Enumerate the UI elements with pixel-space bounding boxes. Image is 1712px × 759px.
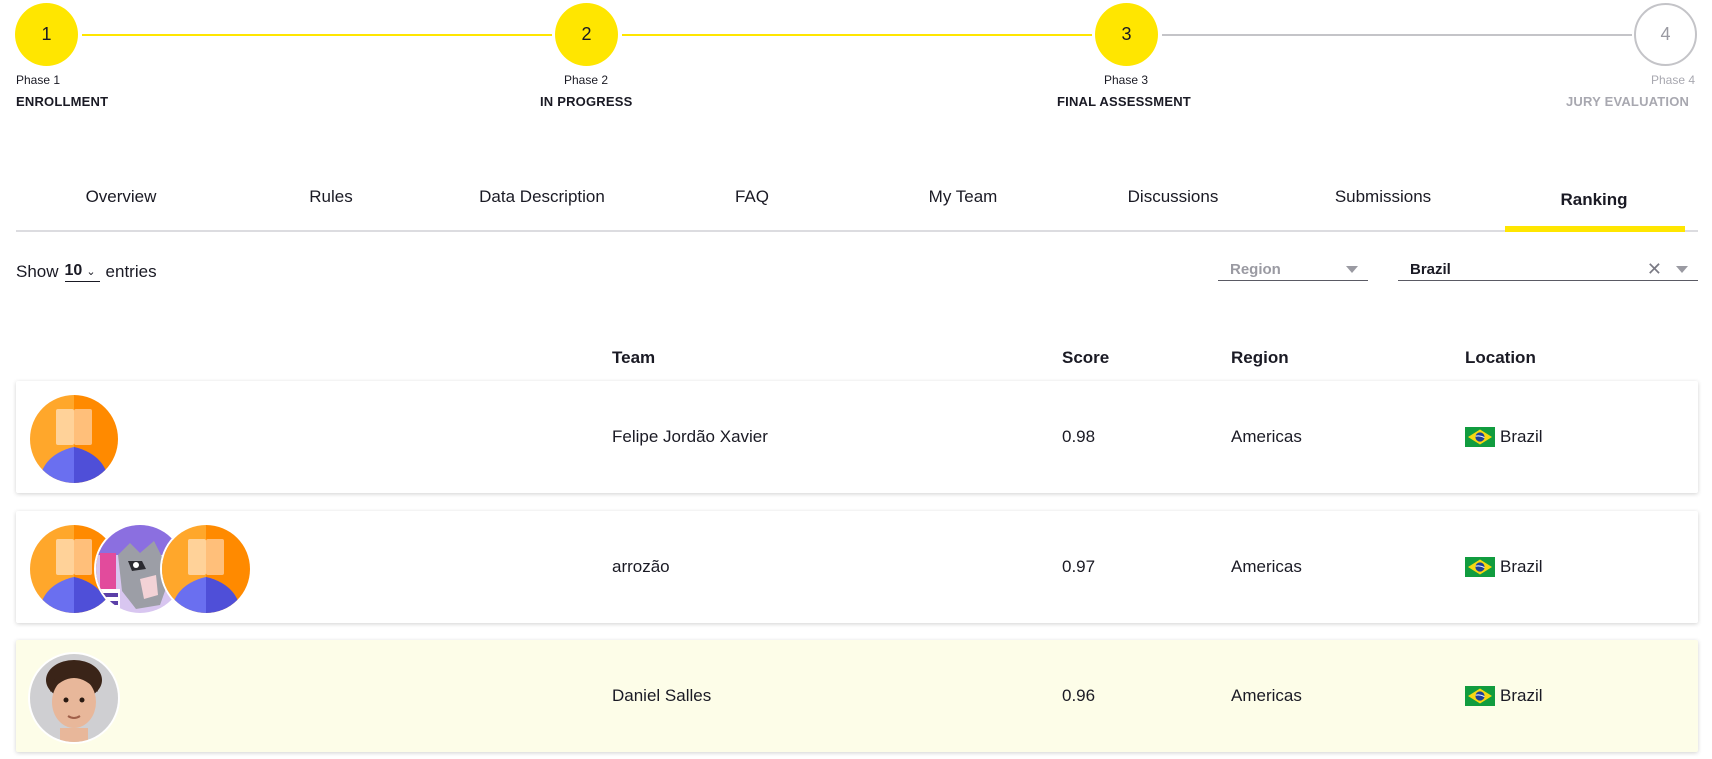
- tab-my-team[interactable]: My Team: [858, 170, 1068, 228]
- location-name: Brazil: [1500, 427, 1543, 446]
- team-location: Brazil: [1465, 381, 1543, 493]
- stepper-connector-1-2: [82, 34, 552, 36]
- team-avatars: [28, 523, 252, 615]
- brazil-flag-icon: [1465, 427, 1495, 447]
- avatar: [160, 523, 252, 615]
- entries-label: entries: [105, 262, 157, 281]
- team-avatars: [28, 652, 120, 744]
- country-filter-select[interactable]: Brazil ✕: [1398, 258, 1698, 281]
- tab-rules[interactable]: Rules: [226, 170, 436, 228]
- dropdown-arrow-icon: [1676, 265, 1688, 273]
- tab-overview[interactable]: Overview: [16, 170, 226, 228]
- tab-discussions[interactable]: Discussions: [1068, 170, 1278, 228]
- team-region: Americas: [1231, 427, 1302, 446]
- team-location: Brazil: [1465, 511, 1543, 623]
- step-circle-3: 3: [1095, 3, 1158, 66]
- team-score: 0.97: [1062, 557, 1096, 576]
- phase-stepper: 1 Phase 1 ENROLLMENT 2 Phase 2 IN PROGRE…: [0, 0, 1712, 120]
- column-header-region[interactable]: Region: [1231, 348, 1289, 368]
- region-filter-placeholder: Region: [1230, 260, 1281, 278]
- brazil-flag-icon: [1465, 686, 1495, 706]
- team-name[interactable]: arrozão: [612, 511, 670, 623]
- region-filter-select[interactable]: Region: [1218, 258, 1368, 281]
- team-name[interactable]: Felipe Jordão Xavier: [612, 381, 768, 493]
- default-avatar-icon: [30, 395, 118, 483]
- step-phase-3: Phase 3: [1104, 73, 1149, 87]
- step-name-2: IN PROGRESS: [540, 94, 633, 109]
- brazil-flag-icon: [1465, 557, 1495, 577]
- avatar: [28, 393, 120, 485]
- default-avatar-icon: [162, 525, 250, 613]
- team-score: 0.96: [1062, 686, 1096, 705]
- table-row[interactable]: Daniel Salles 0.96 Americas Brazil: [16, 640, 1698, 752]
- team-avatars: [28, 393, 120, 485]
- entries-select[interactable]: 10 ⌄: [64, 262, 100, 282]
- stepper-connector-2-3: [622, 34, 1092, 36]
- tab-data-description[interactable]: Data Description: [437, 170, 647, 228]
- person-photo-avatar-icon: [30, 654, 118, 742]
- country-filter-value: Brazil: [1410, 260, 1451, 278]
- step-circle-1: 1: [15, 3, 78, 66]
- dropdown-arrow-icon: [1346, 265, 1358, 273]
- tab-faq[interactable]: FAQ: [647, 170, 857, 228]
- clear-icon[interactable]: ✕: [1647, 259, 1662, 280]
- step-name-1: ENROLLMENT: [16, 94, 109, 109]
- team-region: Americas: [1231, 557, 1302, 576]
- active-tab-indicator: [1505, 226, 1685, 232]
- step-phase-1: Phase 1: [16, 73, 61, 87]
- avatar: [28, 652, 120, 744]
- entries-control: Show 10 ⌄ entries: [16, 262, 157, 282]
- column-header-score[interactable]: Score: [1062, 348, 1109, 368]
- team-score: 0.98: [1062, 427, 1096, 446]
- step-phase-4: Phase 4: [1651, 73, 1696, 87]
- table-row[interactable]: arrozão 0.97 Americas Brazil: [16, 511, 1698, 623]
- step-circle-2: 2: [555, 3, 618, 66]
- team-name[interactable]: Daniel Salles: [612, 640, 711, 752]
- chevron-down-icon: ⌄: [86, 265, 96, 278]
- column-header-team[interactable]: Team: [612, 348, 655, 368]
- entries-value: 10: [64, 262, 83, 279]
- step-phase-2: Phase 2: [564, 73, 609, 87]
- step-name-4: JURY EVALUATION: [1566, 94, 1690, 109]
- team-region: Americas: [1231, 686, 1302, 705]
- tab-submissions[interactable]: Submissions: [1278, 170, 1488, 228]
- location-name: Brazil: [1500, 557, 1543, 576]
- step-circle-4: 4: [1634, 3, 1697, 66]
- step-name-3: FINAL ASSESSMENT: [1057, 94, 1191, 109]
- tab-ranking[interactable]: Ranking: [1489, 170, 1699, 228]
- table-row[interactable]: Felipe Jordão Xavier 0.98 Americas Brazi…: [16, 381, 1698, 493]
- column-header-location[interactable]: Location: [1465, 348, 1536, 368]
- tab-bar: Overview Rules Data Description FAQ My T…: [16, 170, 1698, 232]
- show-label: Show: [16, 262, 59, 281]
- location-name: Brazil: [1500, 686, 1543, 705]
- stepper-connector-3-4: [1162, 34, 1632, 36]
- team-location: Brazil: [1465, 640, 1543, 752]
